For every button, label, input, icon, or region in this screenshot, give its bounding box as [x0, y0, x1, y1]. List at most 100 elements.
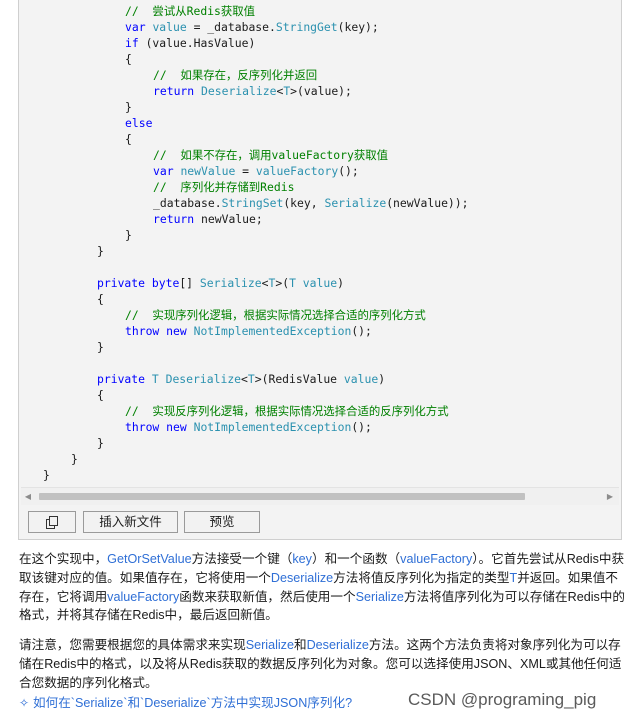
code-token: T: [151, 372, 166, 386]
paragraph-text: 函数来获取新值，然后使用一个: [179, 589, 356, 604]
preview-button[interactable]: 预览: [184, 511, 260, 533]
code-token: }: [97, 340, 104, 354]
code-line: // 尝试从Redis获取值: [125, 3, 255, 19]
code-token: }: [97, 436, 104, 450]
code-token: return: [153, 84, 202, 98]
code-token: // 如果不存在，调用valueFactory获取值: [153, 148, 389, 162]
code-line: // 实现反序列化逻辑，根据实际情况选择合适的反序列化方式: [125, 403, 449, 419]
code-token: // 如果存在，反序列化并返回: [153, 68, 318, 82]
code-token: (value.HasValue): [145, 36, 256, 50]
code-token: {: [97, 292, 104, 306]
code-line: {: [125, 131, 132, 147]
code-token: ();: [351, 420, 372, 434]
code-block: // 尝试从Redis获取值 var value = _database.Stri…: [29, 0, 619, 483]
code-line: }: [97, 435, 104, 451]
code-token: }: [97, 244, 104, 258]
paragraph-text: ）和一个函数（: [311, 552, 401, 566]
explanation-paragraph-1: 在这个实现中，GetOrSetValue方法接受一个键（key）和一个函数（va…: [19, 550, 625, 625]
code-token: {: [125, 132, 132, 146]
code-token: throw: [125, 420, 167, 434]
suggested-question-text[interactable]: 如何在`Serialize`和`Deserialize`方法中实现JSON序列化…: [33, 696, 352, 710]
code-line: _database.StringSet(key, Serialize(newVa…: [153, 195, 469, 211]
code-line: return Deserialize<T>(value);: [153, 83, 352, 99]
code-token: // 尝试从Redis获取值: [125, 4, 256, 18]
code-line: // 如果不存在，调用valueFactory获取值: [153, 147, 388, 163]
suggested-question-link[interactable]: ✧ 如何在`Serialize`和`Deserialize`方法中实现JSON序列…: [19, 694, 352, 712]
code-line: return newValue;: [153, 211, 263, 227]
code-token: new: [166, 420, 194, 434]
scroll-left-arrow-icon[interactable]: ◀: [21, 488, 35, 505]
code-token: throw: [125, 324, 167, 338]
identifier-highlight: GetOrSetValue: [107, 552, 192, 566]
code-token: value: [343, 372, 379, 386]
code-token: (newValue));: [386, 196, 469, 210]
code-line: {: [97, 291, 104, 307]
code-token: {: [125, 52, 132, 66]
code-token: var: [125, 20, 153, 34]
code-token: }: [43, 468, 50, 482]
code-line: }: [97, 339, 104, 355]
code-token: newValue: [180, 164, 236, 178]
code-line: if (value.HasValue): [125, 35, 255, 51]
explanation-paragraph-2: 请注意，您需要根据您的具体需求来实现Serialize和Deserialize方…: [19, 636, 625, 692]
paragraph-text: 方法将值反序列化为指定的类型: [333, 570, 510, 585]
identifier-highlight: Deserialize: [270, 570, 334, 585]
paragraph-text: 和: [293, 638, 307, 652]
code-token: _database.: [153, 196, 222, 210]
code-line: else: [125, 115, 152, 131]
code-line: {: [125, 51, 132, 67]
code-line: }: [43, 467, 50, 483]
code-line: throw new NotImplementedException();: [125, 419, 372, 435]
code-token: }: [125, 100, 132, 114]
scroll-right-arrow-icon[interactable]: ▶: [603, 488, 617, 505]
code-line: {: [97, 387, 104, 403]
code-panel: // 尝试从Redis获取值 var value = _database.Stri…: [18, 0, 622, 540]
code-token: StringSet: [221, 196, 284, 210]
code-token: ();: [338, 164, 359, 178]
identifier-highlight: Serialize: [355, 589, 404, 604]
code-token: Serialize: [199, 276, 262, 290]
code-token: (key);: [337, 20, 379, 34]
code-token: value: [152, 20, 187, 34]
code-token: T: [289, 276, 303, 290]
code-token: Deserialize: [165, 372, 242, 386]
code-line: throw new NotImplementedException();: [125, 323, 372, 339]
code-token: >(: [275, 276, 290, 290]
code-token: // 实现序列化逻辑，根据实际情况选择合适的序列化方式: [125, 308, 426, 322]
code-token: }: [125, 228, 132, 242]
insert-new-file-button[interactable]: 插入新文件: [83, 511, 178, 533]
sparkle-icon: ✧: [19, 696, 30, 710]
copy-button[interactable]: [28, 511, 76, 533]
code-token: []: [179, 276, 200, 290]
code-token: }: [71, 452, 78, 466]
copy-icon: [46, 515, 58, 529]
code-line: var newValue = valueFactory();: [153, 163, 359, 179]
code-token: return: [153, 212, 202, 226]
code-token: =: [235, 164, 256, 178]
code-line: // 序列化并存储到Redis: [153, 179, 294, 195]
code-token: var: [153, 164, 181, 178]
paragraph-text: 方法接受一个键（: [191, 552, 293, 566]
code-line: var value = _database.StringGet(key);: [125, 19, 379, 35]
code-line: }: [97, 243, 104, 259]
code-token: {: [97, 388, 104, 402]
code-line: }: [125, 99, 132, 115]
code-token: >(RedisValue: [254, 372, 344, 386]
scrollbar-thumb[interactable]: [39, 493, 525, 500]
paragraph-text: 在这个实现中，: [19, 552, 108, 566]
code-line: }: [71, 451, 78, 467]
code-line: // 实现序列化逻辑，根据实际情况选择合适的序列化方式: [125, 307, 426, 323]
code-line: }: [125, 227, 132, 243]
code-token: Deserialize: [201, 84, 277, 98]
code-token: >(value);: [290, 84, 352, 98]
code-token: else: [125, 116, 153, 130]
code-token: value: [302, 276, 338, 290]
horizontal-scrollbar[interactable]: ◀ ▶: [21, 487, 619, 505]
identifier-highlight: valueFactory: [400, 552, 473, 566]
code-line: private byte[] Serialize<T>(T value): [97, 275, 344, 291]
code-token: byte: [151, 276, 180, 290]
code-token: NotImplementedException: [193, 324, 352, 338]
code-token: ();: [351, 324, 372, 338]
code-token: // 实现反序列化逻辑，根据实际情况选择合适的反序列化方式: [125, 404, 449, 418]
identifier-highlight: Serialize: [245, 638, 294, 652]
